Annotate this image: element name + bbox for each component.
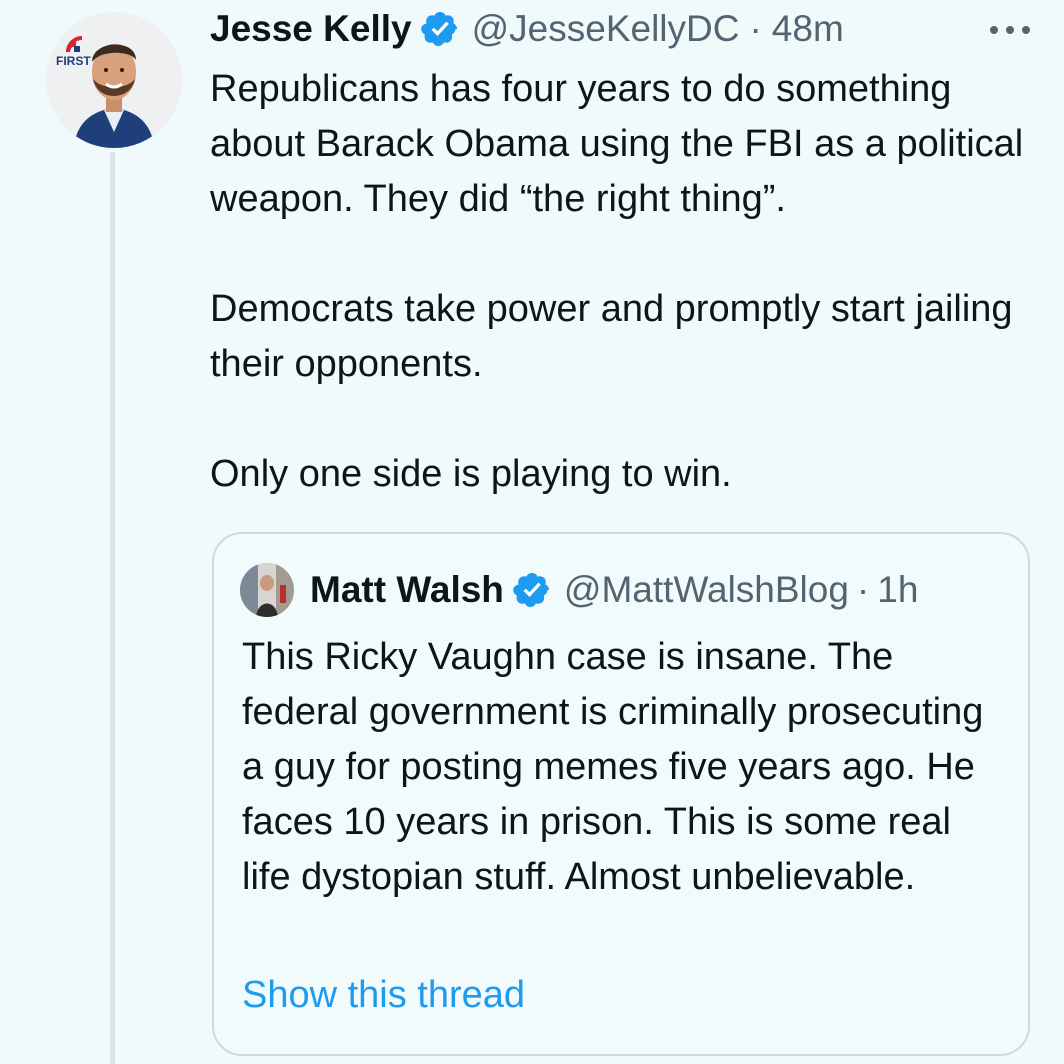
quoted-tweet-body: This Ricky Vaughn case is insane. The fe… [242, 636, 984, 898]
tweet-paragraph: Democrats take power and promptly start … [210, 288, 1013, 385]
tweet-body: Republicans has four years to do somethi… [210, 62, 1040, 502]
show-thread-link[interactable]: Show this thread [242, 974, 525, 1017]
header-separator: · [749, 8, 762, 49]
thread-connector-line [110, 152, 115, 1064]
tweet-paragraph: Republicans has four years to do somethi… [210, 68, 1024, 220]
verified-badge-icon [512, 570, 552, 610]
quoted-tweet-card[interactable]: Matt Walsh @MattWalshBlog · 1h This Rick… [212, 532, 1030, 1056]
tweet-thread-view: FIRST Jesse Kelly @JesseKellyDC · 48m Re… [0, 0, 1064, 1064]
quoted-tweet-header: Matt Walsh @MattWalshBlog · 1h [240, 563, 918, 617]
avatar-badge-text: FIRST [56, 54, 91, 68]
quoted-author-name[interactable]: Matt Walsh [310, 569, 504, 611]
quoted-author-handle[interactable]: @MattWalshBlog [564, 569, 849, 611]
verified-badge-icon [420, 9, 460, 49]
quoted-header-separator: · [856, 569, 870, 610]
tweet-timestamp[interactable]: 48m [772, 8, 844, 50]
more-options-icon[interactable] [986, 18, 1034, 42]
tweet-paragraph: Only one side is playing to win. [210, 453, 732, 495]
quoted-author-avatar[interactable] [240, 563, 294, 617]
quoted-tweet-timestamp[interactable]: 1h [877, 569, 918, 611]
author-name[interactable]: Jesse Kelly [210, 8, 412, 50]
tweet-header: Jesse Kelly @JesseKellyDC · 48m [210, 4, 844, 54]
author-handle[interactable]: @JesseKellyDC [472, 8, 740, 50]
author-avatar[interactable]: FIRST [46, 12, 182, 148]
